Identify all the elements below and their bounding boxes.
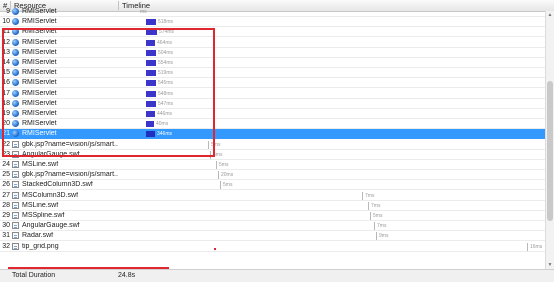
total-duration-label: Total Duration [12, 272, 56, 279]
row-number: 30 [2, 222, 10, 230]
timeline-tick[interactable] [374, 222, 375, 231]
resource-name: Radar.swf [22, 232, 54, 240]
row-number: 27 [2, 191, 10, 199]
timeline-tick[interactable] [376, 232, 377, 241]
scroll-up-arrow-icon[interactable]: ▲ [547, 12, 553, 18]
resource-name: AngularGauge.swf [22, 222, 80, 230]
file-icon [12, 161, 19, 168]
request-row[interactable]: 28 MSLine.swf 7ms [0, 201, 545, 211]
request-row[interactable]: 10 RMIServlet 518ms [0, 17, 545, 28]
scroll-down-arrow-icon[interactable]: ▼ [547, 262, 553, 268]
resource-name: MSLine.swf [22, 161, 59, 168]
row-number: 29 [2, 212, 10, 219]
annotation-dot [214, 248, 216, 250]
resource-name: MSColumn3D.swf [22, 191, 79, 199]
duration-label: ms [140, 9, 147, 15]
timeline-tick[interactable] [216, 161, 217, 169]
timeline-bar[interactable] [146, 19, 156, 26]
highlight-box-rmiservlet-requests [2, 28, 215, 157]
resource-name: gbk.jsp?name=vision/js/smart... [22, 171, 118, 179]
row-number: 28 [2, 201, 10, 209]
file-icon [12, 171, 19, 179]
request-row[interactable]: 25 gbk.jsp?name=vision/js/smart... 20ms [0, 170, 545, 181]
request-row[interactable]: 26 StackedColumn3D.swf 5ms [0, 180, 545, 191]
timeline-tick[interactable] [220, 181, 221, 190]
request-row[interactable]: 31 Radar.swf 9ms [0, 231, 545, 242]
duration-label: 16ms [530, 243, 543, 250]
duration-label: 7ms [377, 223, 387, 230]
row-number: 10 [2, 18, 10, 26]
request-row[interactable]: 24 MSLine.swf 5ms [0, 160, 545, 170]
row-number: 9 [6, 8, 10, 15]
file-icon [12, 181, 19, 189]
duration-label: 9ms [379, 233, 389, 240]
resource-name: MSSpline.swf [22, 212, 65, 219]
file-icon [12, 201, 19, 209]
file-icon [12, 191, 19, 199]
duration-label: 518ms [158, 19, 174, 26]
resource-name: RMIServlet [22, 8, 57, 15]
request-row[interactable]: 29 MSSpline.swf 5ms [0, 211, 545, 221]
resource-name: StackedColumn3D.swf [22, 181, 93, 189]
request-row[interactable]: 9 RMIServlet ms [0, 7, 545, 17]
resource-name: tip_grid.png [22, 242, 59, 250]
file-icon [12, 222, 19, 230]
row-number: 24 [2, 161, 10, 168]
file-icon [12, 212, 19, 219]
duration-label: 7ms [365, 192, 375, 199]
request-row[interactable]: 32 tip_grid.png 16ms [0, 242, 545, 252]
total-duration-value: 24.8s [118, 272, 136, 279]
timeline-tick[interactable] [527, 242, 528, 251]
row-number: 26 [2, 181, 10, 189]
file-icon [12, 242, 19, 250]
timeline-tick[interactable] [368, 201, 369, 210]
resource-name: RMIServlet [22, 18, 57, 26]
request-row[interactable]: 30 AngularGauge.swf 7ms [0, 221, 545, 232]
globe-icon [12, 18, 19, 26]
file-icon [12, 232, 19, 240]
timeline-tick[interactable] [218, 171, 219, 180]
duration-label: 5ms [373, 213, 383, 219]
resource-name: MSLine.swf [22, 201, 59, 209]
globe-icon [12, 8, 19, 15]
duration-label: 20ms [221, 172, 234, 179]
duration-label: 5ms [223, 182, 233, 189]
duration-label: 5ms [219, 162, 229, 168]
timeline-tick[interactable] [362, 191, 363, 200]
duration-label: 7ms [371, 202, 381, 209]
row-number: 31 [2, 232, 10, 240]
row-number: 32 [2, 242, 10, 250]
row-number: 25 [2, 171, 10, 179]
vertical-scrollbar[interactable]: ▲ ▼ [545, 11, 554, 269]
scroll-thumb[interactable] [547, 81, 553, 221]
summary-bar: Total Duration 24.8s [0, 269, 554, 282]
request-row[interactable]: 27 MSColumn3D.swf 7ms [0, 191, 545, 201]
timeline-tick[interactable] [370, 212, 371, 220]
